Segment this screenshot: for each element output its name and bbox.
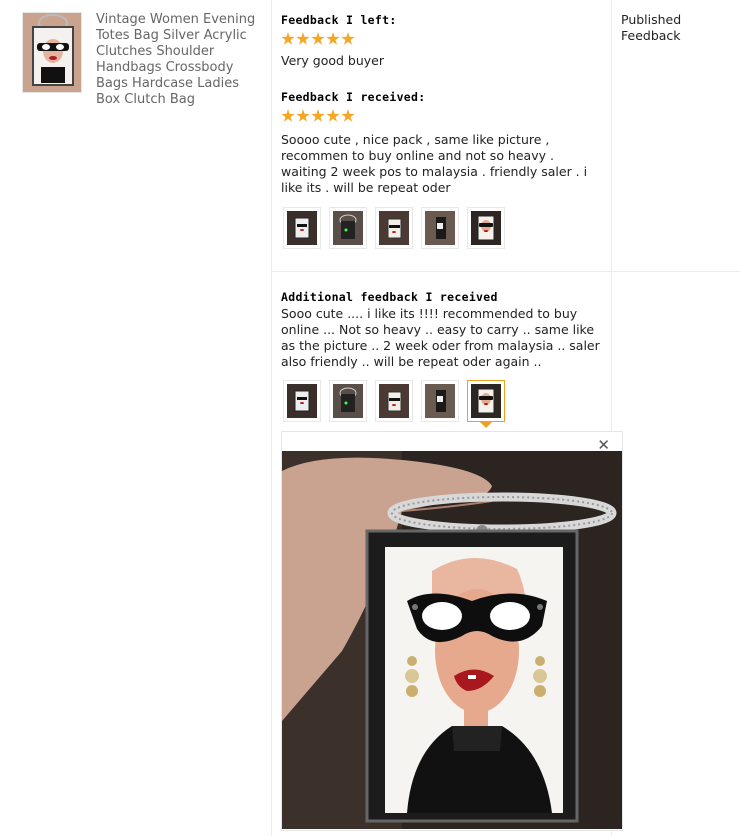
- star-icon: [341, 32, 355, 45]
- feedback-received-text: Soooo cute , nice pack , same like pictu…: [281, 132, 588, 195]
- column-divider: [271, 0, 272, 836]
- status-label: Published Feedback: [621, 12, 682, 43]
- star-icon: [296, 109, 310, 122]
- additional-feedback-photos: [283, 380, 505, 428]
- feedback-left-rating: [281, 32, 603, 46]
- feedback-left-text: Very good buyer: [281, 53, 385, 68]
- additional-feedback-heading: Additional feedback I received: [281, 290, 498, 304]
- review-photo-thumbnail[interactable]: [283, 207, 321, 249]
- star-icon: [296, 32, 310, 45]
- feedback-received-photos: [283, 207, 505, 249]
- feedback-received-heading: Feedback I received:: [281, 90, 426, 104]
- star-icon: [326, 32, 340, 45]
- star-icon: [326, 109, 340, 122]
- review-photo-thumbnail[interactable]: [421, 207, 459, 249]
- review-photo-thumbnail[interactable]: [467, 207, 505, 249]
- star-icon: [281, 32, 295, 45]
- review-photo-thumbnail[interactable]: [375, 207, 413, 249]
- row-divider: [271, 271, 740, 272]
- product-title[interactable]: Vintage Women Evening Totes Bag Silver A…: [96, 12, 266, 108]
- additional-feedback-text: Sooo cute .... i like its !!!! recommend…: [281, 306, 600, 369]
- star-icon: [281, 109, 295, 122]
- review-photo-thumbnail[interactable]: [329, 380, 367, 422]
- review-photo-thumbnail[interactable]: [283, 380, 321, 422]
- review-photo-thumbnail[interactable]: [375, 380, 413, 422]
- review-photo-thumbnail[interactable]: [421, 380, 459, 422]
- review-photo-thumbnail-selected[interactable]: [467, 380, 505, 428]
- review-photo-thumbnail[interactable]: [329, 207, 367, 249]
- feedback-left-heading: Feedback I left:: [281, 13, 397, 27]
- star-icon: [311, 32, 325, 45]
- star-icon: [311, 109, 325, 122]
- review-photo-large: [282, 451, 622, 829]
- photo-viewer: ✕: [281, 431, 623, 831]
- star-icon: [341, 109, 355, 122]
- product-thumbnail[interactable]: [22, 12, 82, 93]
- feedback-received-rating: [281, 109, 603, 123]
